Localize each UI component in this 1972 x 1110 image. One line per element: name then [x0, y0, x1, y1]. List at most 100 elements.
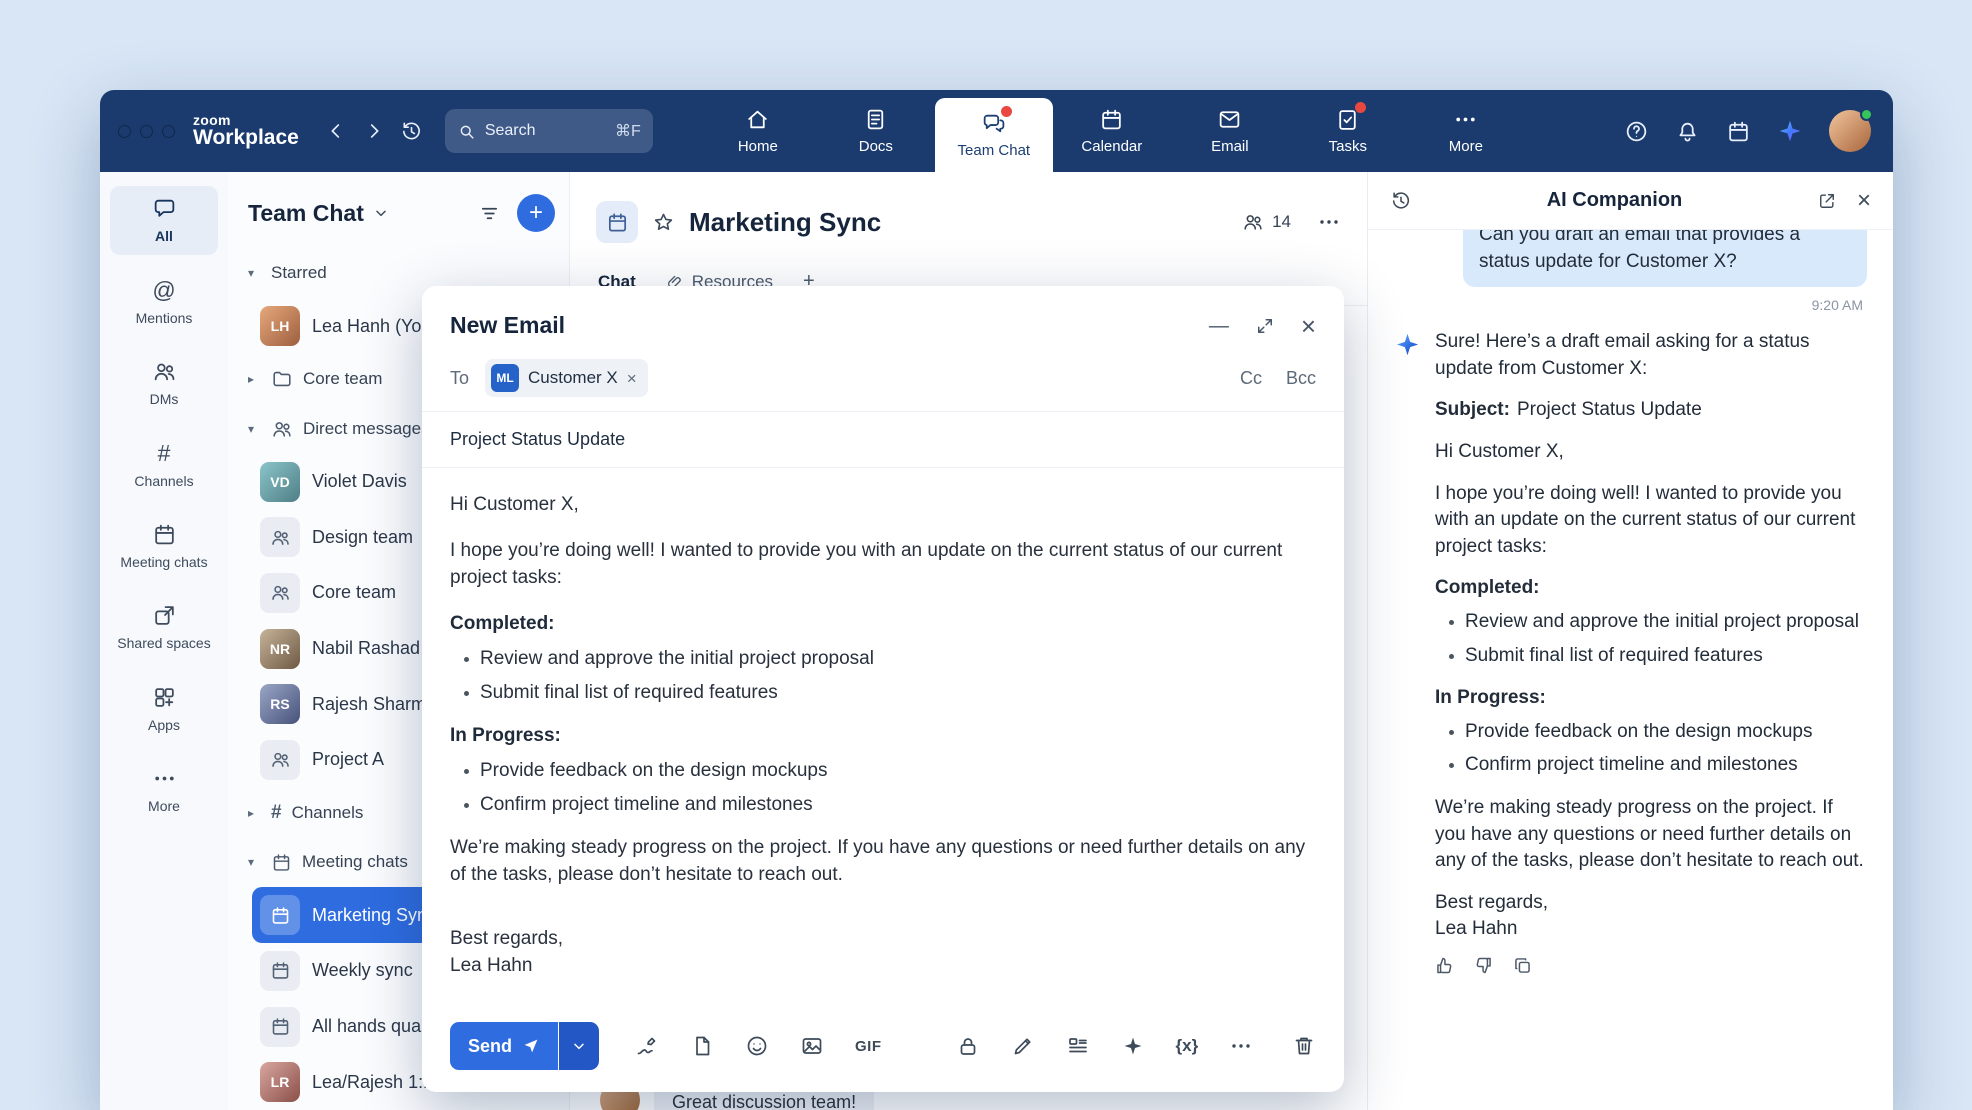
notifications-button[interactable] — [1675, 119, 1700, 144]
rail-item-all[interactable]: All — [110, 186, 218, 255]
completed-label: Completed: — [450, 611, 1316, 638]
chat-list-title-text: Team Chat — [248, 200, 364, 227]
tasks-icon — [1335, 107, 1360, 132]
people-icon — [152, 359, 177, 384]
traffic-minimize[interactable] — [140, 125, 153, 138]
traffic-zoom[interactable] — [162, 125, 175, 138]
user-avatar[interactable] — [1829, 110, 1871, 152]
search-input[interactable]: Search ⌘F — [445, 109, 653, 153]
calendar-quick-button[interactable] — [1726, 119, 1751, 144]
rail-label: Shared spaces — [117, 635, 210, 651]
favorite-star-button[interactable] — [652, 211, 675, 234]
subject-value: Project Status Update — [1517, 399, 1702, 420]
tab-label: Docs — [859, 138, 893, 155]
in-progress-list: Provide feedback on the design mockups C… — [1439, 719, 1867, 779]
copy-button[interactable] — [1512, 955, 1533, 976]
rail-label: Apps — [148, 717, 180, 733]
list-item: Confirm project timeline and milestones — [480, 792, 1316, 819]
main-nav: Home Docs Team Chat Calendar Email — [699, 90, 1525, 172]
rail-item-dms[interactable]: DMs — [110, 349, 218, 418]
left-rail: All @ Mentions DMs # Channels Meeting ch… — [100, 172, 228, 1110]
chat-item-label: Lea/Rajesh 1:1 — [312, 1072, 433, 1093]
send-options-button[interactable] — [559, 1022, 599, 1070]
filter-button[interactable] — [478, 202, 501, 225]
new-chat-button[interactable]: + — [517, 194, 555, 232]
response-subject: Subject: Project Status Update — [1435, 397, 1867, 424]
tab-email[interactable]: Email — [1171, 90, 1289, 172]
chat-item-label: Lea Hanh (You) — [312, 316, 437, 337]
signature-button[interactable] — [635, 1034, 659, 1058]
members-button[interactable]: 14 — [1242, 211, 1291, 233]
body-signature: Lea Hahn — [450, 952, 1316, 980]
panel-title: AI Companion — [1412, 189, 1817, 212]
rail-item-channels[interactable]: # Channels — [110, 430, 218, 500]
members-icon — [1242, 211, 1264, 233]
gif-button[interactable]: GIF — [855, 1038, 882, 1055]
body-greeting: Hi Customer X, — [450, 492, 1316, 519]
ai-response: Sure! Here’s a draft email asking for a … — [1435, 329, 1867, 943]
caret-icon: ▾ — [248, 422, 261, 436]
chat-list-title[interactable]: Team Chat — [248, 200, 389, 227]
history-icon — [400, 120, 423, 143]
cc-button[interactable]: Cc — [1240, 368, 1262, 389]
email-body-editor[interactable]: Hi Customer X, I hope you’re doing well!… — [422, 468, 1344, 1006]
more-options-button[interactable] — [1317, 210, 1341, 234]
more-tools-button[interactable] — [1229, 1034, 1253, 1058]
close-panel-button[interactable]: × — [1857, 189, 1871, 213]
apps-icon — [152, 685, 177, 710]
rail-item-meeting-chats[interactable]: Meeting chats — [110, 512, 218, 581]
encrypt-button[interactable] — [956, 1034, 980, 1058]
expand-button[interactable] — [1255, 316, 1275, 336]
section-label: Starred — [271, 263, 327, 283]
snippet-button[interactable] — [1066, 1034, 1090, 1058]
image-button[interactable] — [800, 1034, 824, 1058]
rail-item-mentions[interactable]: @ Mentions — [110, 267, 218, 337]
minimize-button[interactable]: — — [1209, 316, 1229, 336]
history-button[interactable] — [1390, 190, 1412, 212]
bcc-button[interactable]: Bcc — [1286, 368, 1316, 389]
template-button[interactable] — [690, 1034, 714, 1058]
group-icon — [260, 517, 300, 557]
tab-more[interactable]: More — [1407, 90, 1525, 172]
at-icon: @ — [152, 277, 175, 303]
discard-draft-button[interactable] — [1292, 1034, 1316, 1058]
subject-label: Subject: — [1435, 399, 1510, 420]
ai-compose-button[interactable] — [1121, 1034, 1145, 1058]
rail-item-apps[interactable]: Apps — [110, 675, 218, 744]
markup-button[interactable] — [1011, 1034, 1035, 1058]
chat-item-label: Marketing Sync — [312, 905, 436, 926]
docs-icon — [863, 107, 888, 132]
window-controls[interactable] — [118, 125, 175, 138]
home-icon — [745, 107, 770, 132]
subject-field[interactable]: Project Status Update — [422, 412, 1344, 468]
rail-item-shared-spaces[interactable]: Shared spaces — [110, 593, 218, 662]
thumbs-down-button[interactable] — [1473, 955, 1494, 976]
help-button[interactable] — [1624, 119, 1649, 144]
rail-item-more[interactable]: More — [110, 756, 218, 825]
history-button[interactable] — [395, 114, 429, 148]
tab-tasks[interactable]: Tasks — [1289, 90, 1407, 172]
open-external-button[interactable] — [1817, 191, 1837, 211]
traffic-close[interactable] — [118, 125, 131, 138]
meeting-chat-icon — [260, 951, 300, 991]
meeting-chats-icon — [152, 522, 177, 547]
thumbs-up-button[interactable] — [1434, 955, 1455, 976]
tab-label: Calendar — [1081, 138, 1142, 155]
tab-calendar[interactable]: Calendar — [1053, 90, 1171, 172]
meeting-chat-badge-icon — [596, 201, 638, 243]
email-icon — [1217, 107, 1242, 132]
remove-recipient-button[interactable]: × — [627, 370, 637, 387]
recipient-chip[interactable]: ML Customer X × — [485, 359, 648, 397]
ai-companion-button[interactable] — [1777, 118, 1803, 144]
tab-home[interactable]: Home — [699, 90, 817, 172]
variables-button[interactable]: {x} — [1176, 1036, 1199, 1056]
tab-team-chat[interactable]: Team Chat — [935, 98, 1053, 172]
forward-button[interactable] — [357, 114, 391, 148]
close-button[interactable]: × — [1301, 313, 1316, 339]
tab-docs[interactable]: Docs — [817, 90, 935, 172]
send-button[interactable]: Send — [450, 1022, 558, 1070]
section-label: Channels — [292, 803, 364, 823]
back-button[interactable] — [319, 114, 353, 148]
emoji-button[interactable] — [745, 1034, 769, 1058]
member-count: 14 — [1272, 212, 1291, 232]
